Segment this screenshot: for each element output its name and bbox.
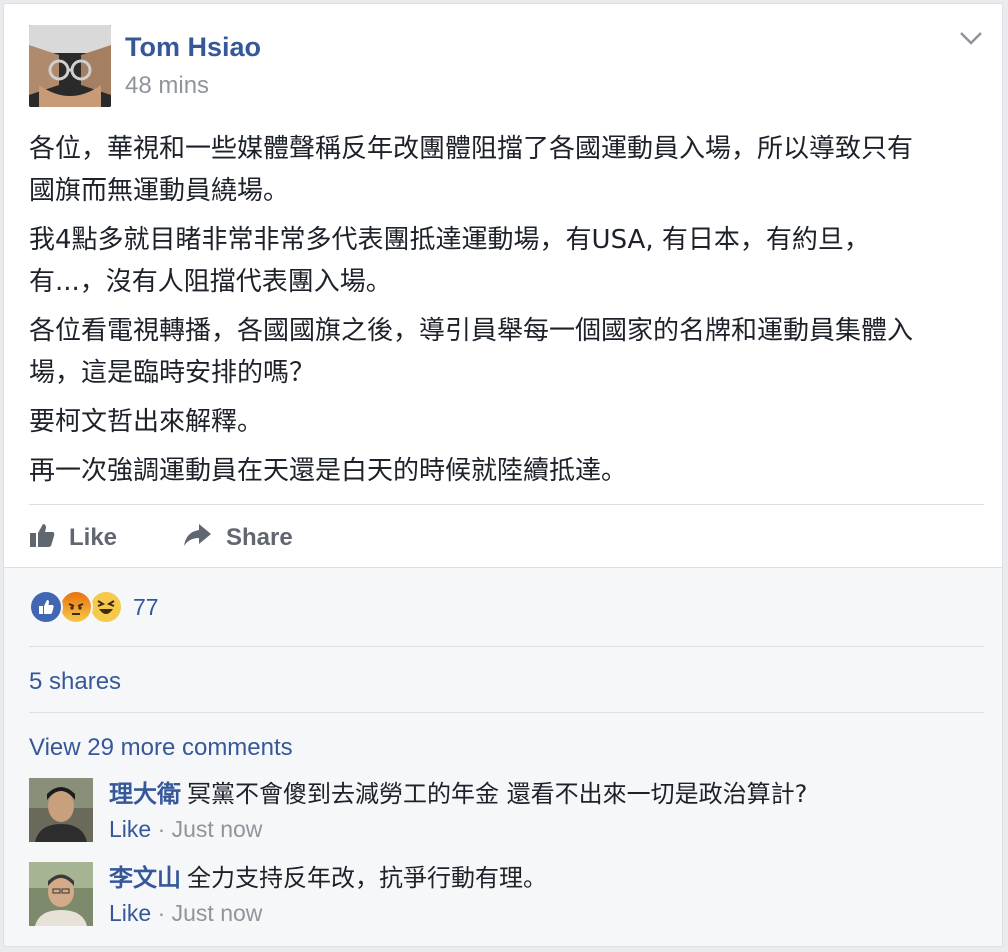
haha-reaction-icon bbox=[89, 590, 123, 624]
post-timestamp[interactable]: 48 mins bbox=[125, 72, 209, 100]
commenter-avatar[interactable] bbox=[29, 862, 93, 926]
post-paragraph: 各位，華視和一些媒體聲稱反年改團體阻擋了各國運動員入場，所以導致只有 國旗而無運… bbox=[29, 134, 914, 206]
comment-like-link[interactable]: Like bbox=[109, 900, 151, 926]
comment-author[interactable]: 理大衛 bbox=[109, 780, 181, 808]
commenter-avatar[interactable] bbox=[29, 778, 93, 842]
comment-item: 李文山 全力支持反年改，抗爭行動有理。 Like · Just now bbox=[29, 862, 984, 932]
post-paragraph: 各位看電視轉播，各國國旗之後，導引員舉每一個國家的名牌和運動員集體入 場，這是臨… bbox=[29, 316, 914, 388]
like-reaction-icon bbox=[29, 590, 63, 624]
like-label: Like bbox=[69, 524, 118, 551]
post-paragraph: 我4點多就目睹非常非常多代表團抵達運動場，有USA, 有日本，有約旦， 有...… bbox=[29, 225, 870, 297]
comment-item: 理大衛 冥黨不會傻到去減勞工的年金 還看不出來一切是政治算計? Like · Ju… bbox=[29, 778, 984, 848]
comment-line: 李文山 全力支持反年改，抗爭行動有理。 bbox=[109, 862, 547, 895]
author-avatar[interactable] bbox=[29, 25, 111, 107]
like-button[interactable]: Like bbox=[29, 516, 117, 560]
share-button[interactable]: Share bbox=[182, 516, 293, 560]
angry-reaction-icon bbox=[59, 590, 93, 624]
comment-author[interactable]: 李文山 bbox=[109, 864, 181, 892]
thumbs-up-icon bbox=[29, 522, 69, 555]
post-body: 各位，華視和一些媒體聲稱反年改團體阻擋了各國運動員入場，所以導致只有 國旗而無運… bbox=[29, 128, 984, 499]
share-label: Share bbox=[226, 524, 293, 551]
view-more-comments-link[interactable]: View 29 more comments bbox=[29, 734, 293, 762]
comment-time[interactable]: · Just now bbox=[151, 900, 263, 926]
post-menu-chevron-icon[interactable] bbox=[958, 28, 984, 48]
post-card: Tom Hsiao 48 mins 各位，華視和一些媒體聲稱反年改團體阻擋了各國… bbox=[3, 3, 1003, 947]
author-name[interactable]: Tom Hsiao bbox=[125, 32, 261, 63]
comment-meta: Like · Just now bbox=[109, 900, 262, 927]
feedback-divider bbox=[29, 712, 984, 713]
post-paragraph: 要柯文哲出來解釋。 bbox=[29, 407, 264, 437]
comment-text: 冥黨不會傻到去減勞工的年金 還看不出來一切是政治算計? bbox=[187, 780, 808, 808]
comment-meta: Like · Just now bbox=[109, 816, 262, 843]
reactions-summary[interactable]: 77 bbox=[29, 590, 159, 624]
comment-line: 理大衛 冥黨不會傻到去減勞工的年金 還看不出來一切是政治算計? bbox=[109, 778, 807, 811]
post-paragraph: 再一次強調運動員在天還是白天的時候就陸續抵達。 bbox=[29, 456, 628, 486]
feedback-divider bbox=[29, 646, 984, 647]
comment-text: 全力支持反年改，抗爭行動有理。 bbox=[187, 864, 547, 892]
comment-time[interactable]: · Just now bbox=[151, 816, 263, 842]
feedback-section: 77 5 shares View 29 more comments 理大衛 冥黨不… bbox=[4, 567, 1002, 946]
comment-like-link[interactable]: Like bbox=[109, 816, 151, 842]
reaction-count: 77 bbox=[133, 593, 159, 620]
share-arrow-icon bbox=[182, 522, 226, 555]
shares-link[interactable]: 5 shares bbox=[29, 668, 121, 696]
action-divider bbox=[29, 504, 984, 505]
